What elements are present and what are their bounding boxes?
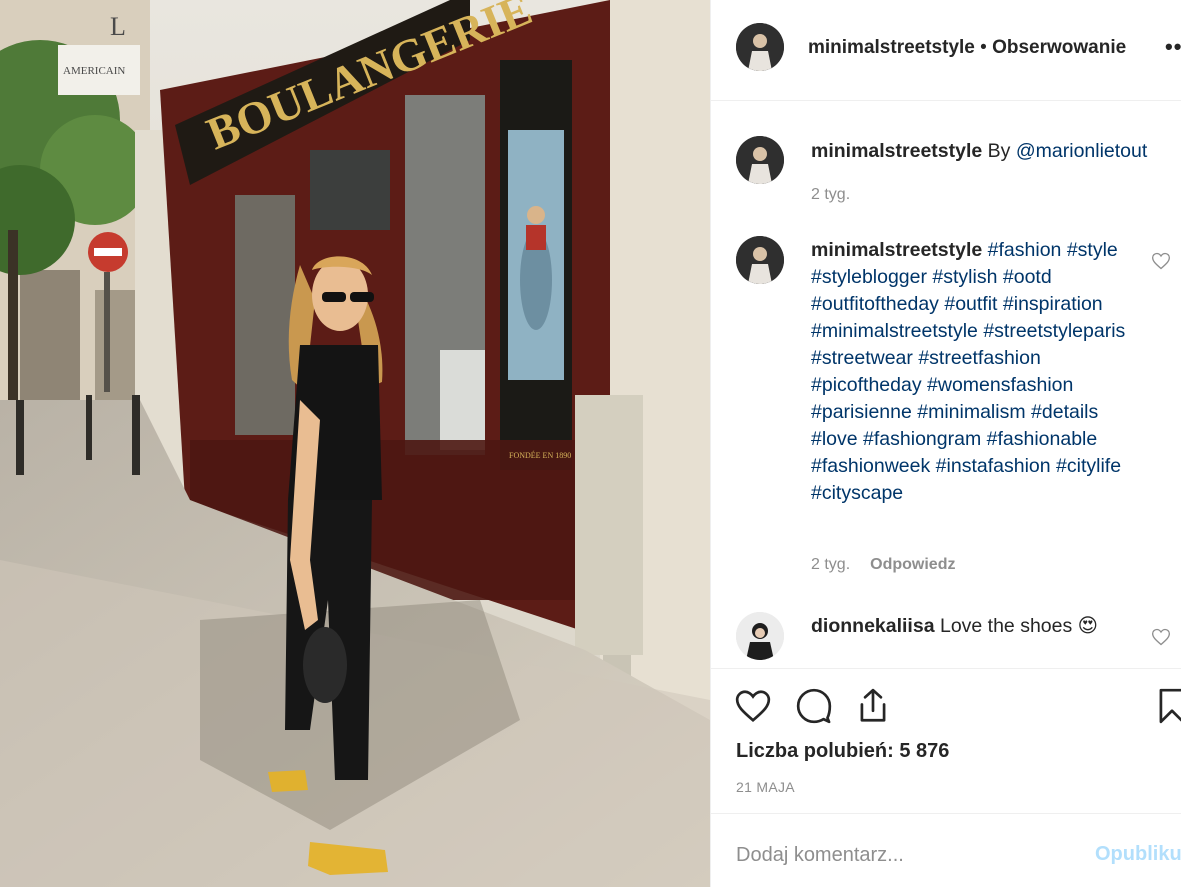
caption-time[interactable]: 2 tyg. [811,186,850,204]
hashtag-link[interactable]: #ootd [1003,266,1052,288]
comment-bubble-icon[interactable] [795,687,833,725]
comment-meta: 2 tyg. Odpowiedz [811,556,955,574]
bookmark-icon[interactable] [1153,687,1181,725]
avatar[interactable] [736,23,784,71]
hashtag-link[interactable]: #details [1031,401,1098,423]
hashtag-link[interactable]: #style [1067,239,1118,261]
hashtag-link[interactable]: #outfitoftheday [811,293,939,315]
hashtag-link[interactable]: #minimalism [917,401,1025,423]
hashtag-link[interactable]: #fashionable [987,428,1098,450]
hashtag-text: minimalstreetstyle #fashion #style #styl… [811,237,1141,507]
hashtag-link[interactable]: #fashionweek [811,455,930,477]
hashtag-link[interactable]: #parisienne [811,401,912,423]
hashtag-link[interactable]: #styleblogger [811,266,927,288]
avatar[interactable] [736,236,784,284]
username-link[interactable]: minimalstreetstyle [811,239,982,261]
username-link[interactable]: minimalstreetstyle [811,140,982,162]
comment-input[interactable] [736,838,1076,872]
hashtag-link[interactable]: #streetwear [811,347,913,369]
hashtag-link[interactable]: #instafashion [936,455,1051,477]
hashtag-link[interactable]: #citylife [1056,455,1121,477]
more-horizontal-icon[interactable]: •• [1165,34,1181,60]
publish-button[interactable]: Opublikuj [1095,843,1181,866]
comment-body: Love the shoes [939,615,1073,637]
hashtag-link[interactable]: #inspiration [1003,293,1103,315]
username-link[interactable]: dionnekaliisa [811,615,935,637]
hashtag-link[interactable]: #cityscape [811,482,903,504]
mention-link[interactable]: @marionlietout [1016,140,1147,162]
street-scene-image: BOULANGERIE L AMERICAIN FONDÉE EN 1890 [0,0,710,887]
corner-sign-text: AMERICAIN [63,65,125,77]
hashtag-link[interactable]: #streetfashion [918,347,1041,369]
hashtag-list: #fashion #style #styleblogger #stylish #… [811,239,1125,504]
hashtag-link[interactable]: #stylish [932,266,997,288]
caption-text: minimalstreetstyle By @marionlietout [811,138,1171,165]
hashtag-link[interactable]: #fashion [988,239,1062,261]
hashtag-link[interactable]: #streetstyleparis [983,320,1125,342]
hashtag-link[interactable]: #picoftheday [811,374,922,396]
share-upload-icon[interactable] [854,687,892,725]
header-separator: • [974,37,993,58]
hashtag-link[interactable]: #fashiongram [863,428,981,450]
caption-body: By [987,140,1016,162]
heart-icon[interactable] [1151,251,1171,271]
reply-button[interactable]: Odpowiedz [870,556,955,573]
hashtag-link[interactable]: #womensfashion [927,374,1073,396]
heart-icon[interactable] [1151,627,1171,647]
heart-icon[interactable] [734,687,772,725]
following-button[interactable]: Obserwowanie [992,37,1126,58]
panel-text: FONDÉE EN 1890 [509,450,571,460]
add-comment-bar: Opublikuj [711,813,1181,887]
avatar[interactable] [736,136,784,184]
header-line: minimalstreetstyle • Obserwowanie [808,37,1148,59]
post-actions: Liczba polubień: 5 876 21 MAJA [711,668,1181,813]
heart-eyes-emoji: 😍 [1077,615,1098,637]
comment-time[interactable]: 2 tyg. [811,556,850,573]
corner-sign-letter: L [110,12,126,41]
post-header: minimalstreetstyle • Obserwowanie •• [711,0,1181,101]
post-photo[interactable]: BOULANGERIE L AMERICAIN FONDÉE EN 1890 [0,0,710,887]
hashtag-link[interactable]: #love [811,428,858,450]
avatar[interactable] [736,612,784,660]
comments-list[interactable]: minimalstreetstyle By @marionlietout 2 t… [711,101,1181,668]
post-sidebar: minimalstreetstyle • Obserwowanie •• min… [710,0,1181,887]
post-date[interactable]: 21 MAJA [736,779,795,795]
likes-count[interactable]: Liczba polubień: 5 876 [736,740,949,763]
hashtag-link[interactable]: #minimalstreetstyle [811,320,978,342]
username-link[interactable]: minimalstreetstyle [808,37,975,58]
hashtag-link[interactable]: #outfit [944,293,997,315]
comment-text: dionnekaliisa Love the shoes 😍 [811,613,1141,640]
